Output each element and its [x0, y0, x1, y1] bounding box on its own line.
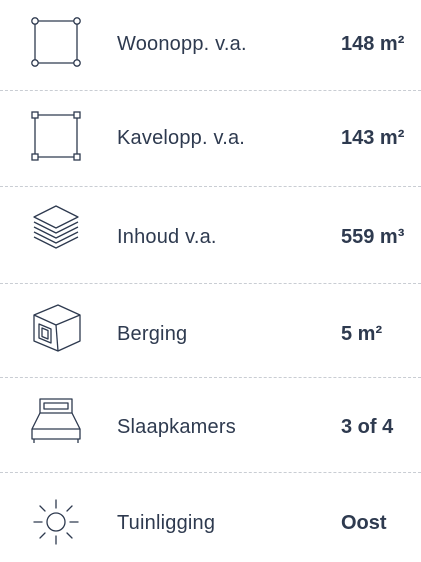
box-icon: [26, 297, 86, 357]
spec-value: 559 m³: [341, 226, 405, 248]
spec-row-volume: Inhoud v.a. 559 m³: [0, 186, 421, 276]
spec-label: Tuinligging: [117, 512, 216, 534]
spec-label: Berging: [117, 323, 188, 345]
spec-label: Slaapkamers: [117, 416, 236, 438]
spec-label: Kavelopp. v.a.: [117, 127, 246, 149]
property-specs-list: Woonopp. v.a. 148 m² Kavelopp. v.a. 143 …: [0, 0, 421, 545]
bed-icon: [26, 391, 86, 451]
spec-value: Oost: [341, 512, 387, 534]
spec-row-plot-area: Kavelopp. v.a. 143 m²: [0, 94, 421, 184]
spec-value: 3 of 4: [341, 416, 394, 438]
sun-icon: [26, 492, 86, 552]
spec-value: 143 m²: [341, 127, 405, 149]
floor-area-icon: [26, 12, 86, 72]
spec-row-bedrooms: Slaapkamers 3 of 4: [0, 377, 421, 467]
layers-icon: [26, 200, 86, 260]
plot-area-icon: [26, 106, 86, 166]
spec-row-living-area: Woonopp. v.a. 148 m²: [0, 0, 421, 90]
spec-value: 5 m²: [341, 323, 383, 345]
row-divider: [0, 90, 421, 91]
spec-label: Woonopp. v.a.: [117, 33, 247, 55]
spec-label: Inhoud v.a.: [117, 226, 217, 248]
spec-value: 148 m²: [341, 33, 405, 55]
spec-row-garden-orientation: Tuinligging Oost: [0, 472, 421, 562]
spec-row-storage: Berging 5 m²: [0, 283, 421, 373]
